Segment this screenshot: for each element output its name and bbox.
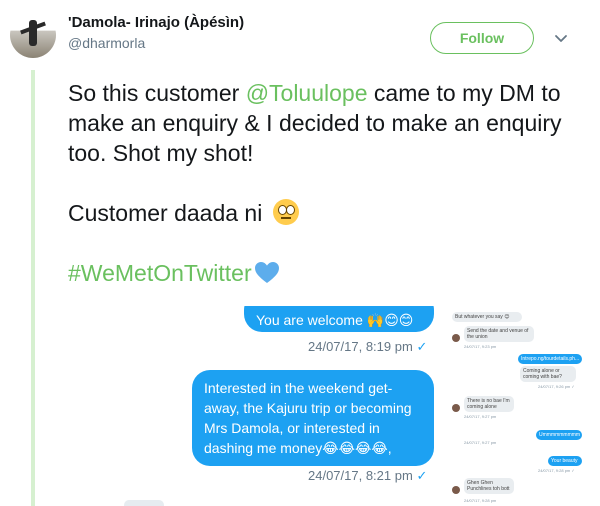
- tweet-text: So this customer @Toluulope came to my D…: [68, 78, 588, 288]
- thumb-timestamp: 24/07/17, 9:28 pm: [464, 498, 497, 503]
- message-timestamp: 24/07/17, 8:19 pm ✓: [308, 339, 427, 355]
- thumb-avatar: [452, 486, 460, 494]
- attached-image[interactable]: You are welcome 🙌😊😊 24/07/17, 8:19 pm ✓ …: [68, 306, 588, 506]
- tweet-paragraph-2: Customer daada ni: [68, 198, 588, 228]
- display-name[interactable]: 'Damola- Irinajo (Àpésìn): [68, 14, 244, 31]
- dm-bubble-sent: Interested in the weekend get-away, the …: [192, 370, 434, 466]
- timestamp-text: 24/07/17, 8:21 pm: [308, 468, 413, 483]
- dm-bubble-received-stub: [124, 500, 164, 506]
- thumb-timestamp: 24/07/17, 9:28 pm ✓: [538, 468, 575, 473]
- thread-line: [31, 70, 35, 506]
- thumb-timestamp: 24/07/17, 9:27 pm: [464, 440, 497, 445]
- thumb-timestamp: 24/07/17, 9:23 pm: [464, 344, 497, 349]
- thumb-timestamp: 24/07/17, 9:27 pm: [464, 414, 497, 419]
- chevron-down-icon[interactable]: [553, 30, 569, 46]
- read-check-icon: ✓: [416, 339, 428, 354]
- hashtag-link[interactable]: #WeMetOnTwitter: [68, 260, 252, 286]
- thumb-message: There is no bae I'm coming alone: [464, 396, 514, 412]
- thumb-message: Send the date and venue of the union: [464, 326, 534, 342]
- thumb-message: Ummmmmmmmm: [536, 430, 582, 440]
- avatar[interactable]: [10, 12, 56, 58]
- tweet-text-segment: Customer daada ni: [68, 200, 269, 226]
- user-handle[interactable]: @dharmorla: [68, 35, 145, 51]
- tweet-paragraph-3: #WeMetOnTwitter: [68, 258, 588, 288]
- nested-dm-screenshot: But whatever you say 😊 Send the date and…: [448, 306, 588, 506]
- thumb-message: Ghen Ghen Punchlines toh bott: [464, 478, 514, 494]
- tweet-paragraph-1: So this customer @Toluulope came to my D…: [68, 78, 588, 168]
- message-timestamp: 24/07/17, 8:21 pm ✓: [308, 468, 427, 484]
- mention-link[interactable]: @Toluulope: [246, 80, 368, 106]
- thumb-avatar: [452, 404, 460, 412]
- thumb-avatar: [452, 334, 460, 342]
- dm-bubble-sent: You are welcome 🙌😊😊: [244, 306, 434, 332]
- thumb-message: Coming alone or coming with bae?: [520, 366, 576, 382]
- thumb-message: Intrepo.ng/tourdetails.ph...: [518, 354, 582, 364]
- follow-button[interactable]: Follow: [430, 22, 534, 54]
- read-check-icon: ✓: [416, 468, 428, 483]
- thumb-timestamp: 24/07/17, 9:26 pm ✓: [538, 384, 575, 389]
- tweet-text-segment: So this customer: [68, 80, 246, 106]
- timestamp-text: 24/07/17, 8:19 pm: [308, 339, 413, 354]
- eye-roll-emoji-icon: [272, 199, 299, 225]
- blue-heart-emoji-icon: [254, 262, 279, 283]
- thumb-message: But whatever you say 😊: [452, 312, 522, 322]
- thumb-message: Your beauty: [548, 456, 582, 466]
